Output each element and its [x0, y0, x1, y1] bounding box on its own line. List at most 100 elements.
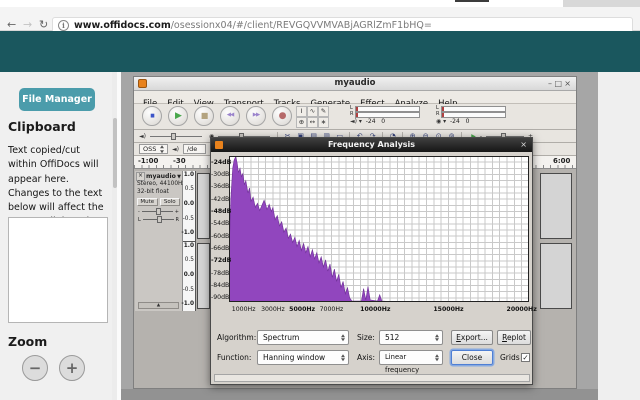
ruler-value: 1.0: [184, 172, 194, 178]
zoom-in-button[interactable]: +: [59, 355, 85, 381]
audacity-toolbar-main: ▮▮ ▶ ■ ◀◀ ▶▶ ● I∿✎ ⊕↔∗ LR◄) ▾ -24 0LR◉ ▾ -24 0: [134, 104, 576, 130]
replot-button[interactable]: Replot: [497, 330, 531, 345]
pause-icon: ▮▮: [150, 114, 154, 119]
url-path: /osessionx04/#/client/REVGQVVMVABjAGRlZm…: [171, 20, 432, 31]
hz-tick-label: 15000Hz: [433, 306, 463, 313]
close-icon[interactable]: ×: [564, 79, 571, 88]
rewind-button[interactable]: ◀◀: [220, 106, 240, 126]
playback-meter-bar[interactable]: [355, 112, 420, 118]
selection-tool-icon[interactable]: I: [296, 106, 307, 117]
audio-clip-left-sliver-ch2[interactable]: [197, 243, 210, 309]
vertical-scale-ruler: 1.00.50.0-0.5-1.01.00.50.0-0.5-1.0: [183, 171, 196, 311]
axis-label: Axis:: [357, 350, 375, 365]
output-volume-slider[interactable]: [150, 136, 202, 137]
rewind-icon: ◀◀: [227, 113, 233, 119]
track-collapse-button[interactable]: ▲: [138, 302, 179, 309]
multi-tool-icon[interactable]: ∗: [318, 117, 329, 128]
db-tick-label: -48dB: [211, 208, 227, 215]
forward-icon[interactable]: →: [23, 19, 32, 30]
size-select[interactable]: 512: [379, 330, 443, 345]
clipboard-textarea[interactable]: [8, 217, 108, 323]
export-button[interactable]: Export...: [451, 330, 493, 345]
browser-tab-edge: [455, 0, 489, 2]
dialog-title: Frequency Analysis: [211, 140, 532, 149]
zoom-out-button[interactable]: −: [22, 355, 48, 381]
playback-meter-legend: ◄) ▾ -24 0: [350, 118, 385, 127]
audio-clip-left-sliver-ch1[interactable]: [197, 173, 210, 239]
track-close-icon[interactable]: ×: [136, 172, 145, 181]
audacity-titlebar[interactable]: myaudio – □ ×: [134, 77, 576, 91]
function-select[interactable]: Hanning window: [257, 350, 349, 365]
browser-toolbar: ← → ↻ i www.offidocs.com/osessionx04/#/c…: [0, 7, 640, 31]
pan-slider[interactable]: [143, 219, 174, 220]
pan-right-label: R: [176, 217, 179, 223]
dropdown-arrow-icon[interactable]: ▾: [443, 118, 446, 125]
envelope-tool-icon[interactable]: ∿: [307, 106, 318, 117]
microphone-icon: ◉: [436, 118, 441, 125]
ruler-value: 0.0: [184, 201, 194, 207]
pause-button[interactable]: ▮▮: [142, 106, 162, 126]
timeline-label-end: 6:00: [553, 157, 570, 165]
meter-toolbar: LR◄) ▾ -24 0LR◉ ▾ -24 0: [350, 106, 520, 128]
dropdown-arrow-icon[interactable]: ▾: [359, 118, 362, 125]
solo-button[interactable]: Solo: [160, 198, 181, 206]
ruler-value: 0.0: [184, 272, 194, 278]
back-icon[interactable]: ←: [7, 19, 16, 30]
remote-desktop-bottom: [121, 389, 598, 400]
audio-host-select[interactable]: OSS: [139, 144, 168, 154]
record-icon: ●: [279, 112, 286, 121]
gain-max-label: +: [175, 209, 179, 215]
play-button[interactable]: ▶: [168, 106, 188, 126]
spinner-arrows-icon: [160, 145, 164, 153]
grids-label: Grids: [500, 350, 520, 365]
hz-tick-label: 3000Hz: [261, 306, 285, 313]
frequency-analysis-dialog: Frequency Analysis × -24dB-30dB-36dB-42d…: [210, 137, 533, 385]
timeshift-tool-icon[interactable]: ↔: [307, 117, 318, 128]
algorithm-select[interactable]: Spectrum: [257, 330, 349, 345]
reload-icon[interactable]: ↻: [39, 19, 48, 30]
url-text[interactable]: www.offidocs.com/osessionx04/#/client/RE…: [74, 20, 432, 31]
gain-slider[interactable]: [142, 211, 173, 212]
track-name[interactable]: myaudio: [146, 173, 177, 180]
hz-tick-label: 10000Hz: [360, 306, 390, 313]
sidebar-scrollbar-thumb[interactable]: [113, 118, 117, 188]
forward-icon: ▶▶: [253, 113, 259, 119]
pan-left-label: L: [138, 217, 141, 223]
axis-select[interactable]: Linear frequency: [379, 350, 443, 365]
recording-meter-bar[interactable]: [441, 112, 506, 118]
grids-checkbox[interactable]: ✓: [521, 353, 530, 362]
maximize-icon[interactable]: □: [554, 79, 562, 88]
close-button[interactable]: Close: [451, 350, 493, 365]
audacity-window-title: myaudio: [134, 78, 576, 88]
db-tick-label: -24dB: [211, 159, 227, 166]
algorithm-label: Algorithm:: [217, 330, 256, 345]
stop-button[interactable]: ■: [194, 106, 214, 126]
minimize-icon[interactable]: –: [548, 79, 552, 88]
track-menu-icon[interactable]: ▼: [177, 174, 181, 180]
db-tick-label: -66dB: [211, 245, 227, 252]
file-manager-button[interactable]: File Manager: [19, 88, 95, 111]
recording-meter-legend: ◉ ▾ -24 0: [436, 118, 469, 127]
audacity-menubar: FileEditViewTransportTracksGenerateEffec…: [134, 91, 576, 104]
page-info-icon[interactable]: i: [58, 20, 69, 31]
audio-clip-right-ch2[interactable]: [540, 243, 572, 309]
dialog-titlebar[interactable]: Frequency Analysis ×: [211, 138, 532, 152]
forward-button[interactable]: ▶▶: [246, 106, 266, 126]
speaker-icon: ◄): [350, 118, 357, 125]
record-button[interactable]: ●: [272, 106, 292, 126]
tools-toolbar: I∿✎ ⊕↔∗: [296, 106, 329, 128]
ruler-value: -1.0: [181, 230, 194, 236]
mute-button[interactable]: Mute: [137, 198, 158, 206]
db-tick-label: -84dB: [211, 282, 227, 289]
url-domain: www.offidocs.com: [74, 20, 171, 31]
draw-tool-icon[interactable]: ✎: [318, 106, 329, 117]
dialog-close-icon[interactable]: ×: [520, 140, 527, 149]
ruler-value: 0.5: [185, 186, 194, 192]
zoom-tool-icon[interactable]: ⊕: [296, 117, 307, 128]
speaker-icon: ◄): [139, 133, 146, 140]
track-format-line2: 32-bit float: [135, 189, 182, 197]
spectrum-plot[interactable]: [229, 156, 529, 302]
audio-clip-right-ch1[interactable]: [540, 173, 572, 239]
output-volume-slider-thumb[interactable]: [171, 133, 176, 140]
output-device-select[interactable]: /de: [183, 144, 206, 154]
